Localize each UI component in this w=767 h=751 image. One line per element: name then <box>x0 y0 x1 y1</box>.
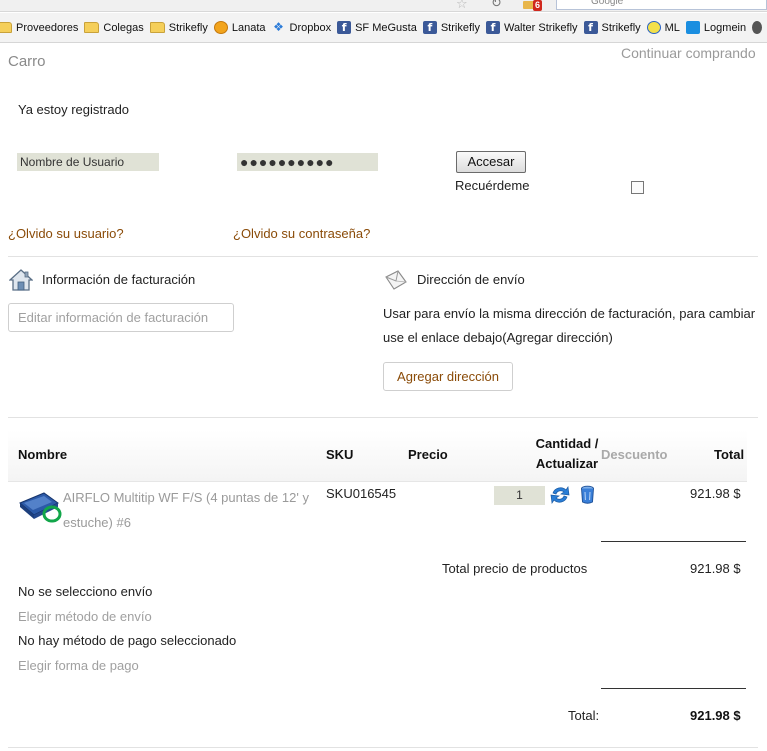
page-title: Carro <box>8 53 46 70</box>
facebook-icon: f <box>485 21 500 34</box>
password-field[interactable]: ●●●●●●●●●● <box>237 153 378 171</box>
bookmark-label: Logmein <box>703 21 747 34</box>
shipping-title: Dirección de envío <box>417 272 525 287</box>
divider <box>8 417 758 418</box>
bookmark-strikefly-fb[interactable]: f Strikefly <box>422 21 480 34</box>
bookmark-label: ML <box>664 21 680 34</box>
product-sku: SKU016545 <box>326 486 397 501</box>
subtotal-value: 921.98 $ <box>690 561 741 576</box>
bookmark-walter-strikefly[interactable]: f Walter Strikefly <box>485 21 578 34</box>
bookmark-label: Strikefly <box>601 21 641 34</box>
facebook-icon: f <box>337 21 352 34</box>
shipping-note: Usar para envío la misma dirección de fa… <box>383 306 756 345</box>
quantity-input[interactable]: 1 <box>494 486 545 505</box>
divider <box>8 256 758 257</box>
folder-icon <box>0 22 12 33</box>
bookmark-strikefly-fb-2[interactable]: f Strikefly <box>583 21 641 34</box>
column-total: Total <box>714 447 745 462</box>
home-icon <box>9 269 33 291</box>
delete-icon[interactable] <box>580 485 595 504</box>
bookmark-logmein[interactable]: Logmein <box>685 21 747 34</box>
bookmark-star-icon[interactable]: ☆ <box>456 0 468 12</box>
bookmark-more-icon <box>752 21 763 34</box>
bookmark-label: Walter Strikefly <box>503 21 578 34</box>
refresh-icon[interactable] <box>549 484 571 506</box>
divider <box>8 747 758 748</box>
column-sku: SKU <box>326 447 354 462</box>
choose-shipping-link[interactable]: Elegir método de envío <box>18 609 152 624</box>
login-button[interactable]: Accesar <box>456 151 526 173</box>
bookmark-overflow[interactable] <box>752 21 766 34</box>
column-price: Precio <box>408 447 448 462</box>
bookmark-strikefly-folder[interactable]: Strikefly <box>149 21 208 34</box>
subtotal-label: Total precio de productos <box>442 561 588 576</box>
bookmark-label: Lanata <box>231 21 266 34</box>
product-image[interactable] <box>18 489 64 523</box>
bookmark-dropbox[interactable]: ❖ Dropbox <box>272 20 332 34</box>
bookmark-proveedores[interactable]: Proveedores <box>0 22 78 34</box>
mail-notification[interactable]: 6 <box>523 0 545 11</box>
bookmark-label: Strikefly <box>440 21 480 34</box>
total-label: Total: <box>568 708 600 723</box>
column-name: Nombre <box>18 447 68 462</box>
column-quantity: Cantidad / Actualizar <box>535 436 599 471</box>
lanata-icon <box>213 21 228 34</box>
product-total: 921.98 $ <box>690 486 741 501</box>
total-rule <box>601 688 746 689</box>
bookmark-lanata[interactable]: Lanata <box>213 21 266 34</box>
bookmark-ml[interactable]: ML <box>646 21 680 34</box>
no-shipping-text: No se selecciono envío <box>18 584 153 599</box>
login-heading: Ya estoy registrado <box>18 102 130 117</box>
subtotal-rule <box>601 541 746 542</box>
product-name-link[interactable]: AIRFLO Multitip WF F/S (4 puntas de 12' … <box>63 485 320 535</box>
mercadolibre-icon <box>646 21 661 34</box>
envelope-icon <box>385 270 407 290</box>
facebook-icon: f <box>422 21 437 34</box>
facebook-icon: f <box>583 21 598 34</box>
no-payment-text: No hay método de pago seleccionado <box>18 633 237 648</box>
folder-icon <box>149 22 165 33</box>
folder-icon <box>84 22 100 33</box>
choose-payment-link[interactable]: Elegir forma de pago <box>18 658 139 673</box>
billing-title: Información de facturación <box>42 272 196 287</box>
bookmark-sf-megusta[interactable]: f SF MeGusta <box>337 21 417 34</box>
bookmark-label: Colegas <box>103 21 144 34</box>
notification-count: 6 <box>533 0 543 11</box>
dropbox-icon: ❖ <box>273 20 284 34</box>
total-value: 921.98 $ <box>690 708 741 723</box>
username-field[interactable]: Nombre de Usuario <box>17 153 159 171</box>
bookmark-colegas[interactable]: Colegas <box>84 21 144 34</box>
browser-toolbar: ☆ ↻ 6 Google <box>0 0 767 12</box>
edit-billing-button[interactable]: Editar información de facturación <box>8 303 234 332</box>
logmein-icon <box>685 21 700 34</box>
bookmark-label: Dropbox <box>289 21 332 34</box>
bookmark-label: Proveedores <box>16 21 79 34</box>
remember-me-label: Recuérdeme <box>455 178 530 193</box>
bookmark-label: SF MeGusta <box>355 21 417 34</box>
cart-page: Carro Continuar comprando Ya estoy regis… <box>0 44 767 751</box>
bookmarks-bar: Proveedores Colegas Strikefly Lanata ❖ D… <box>0 13 767 43</box>
column-discount: Descuento <box>601 447 668 462</box>
bookmark-label: Strikefly <box>168 21 208 34</box>
continue-shopping-link[interactable]: Continuar comprando <box>621 45 756 61</box>
reload-icon[interactable]: ↻ <box>491 0 502 11</box>
forgot-username-link[interactable]: ¿Olvido su usuario? <box>8 226 124 241</box>
add-address-button[interactable]: Agregar dirección <box>383 362 513 391</box>
cart-table-header: Nombre SKU Precio Cantidad / Actualizar … <box>8 430 747 482</box>
forgot-password-link[interactable]: ¿Olvido su contraseña? <box>233 226 370 241</box>
remember-me-checkbox[interactable] <box>631 181 644 194</box>
search-input[interactable]: Google <box>556 0 767 10</box>
